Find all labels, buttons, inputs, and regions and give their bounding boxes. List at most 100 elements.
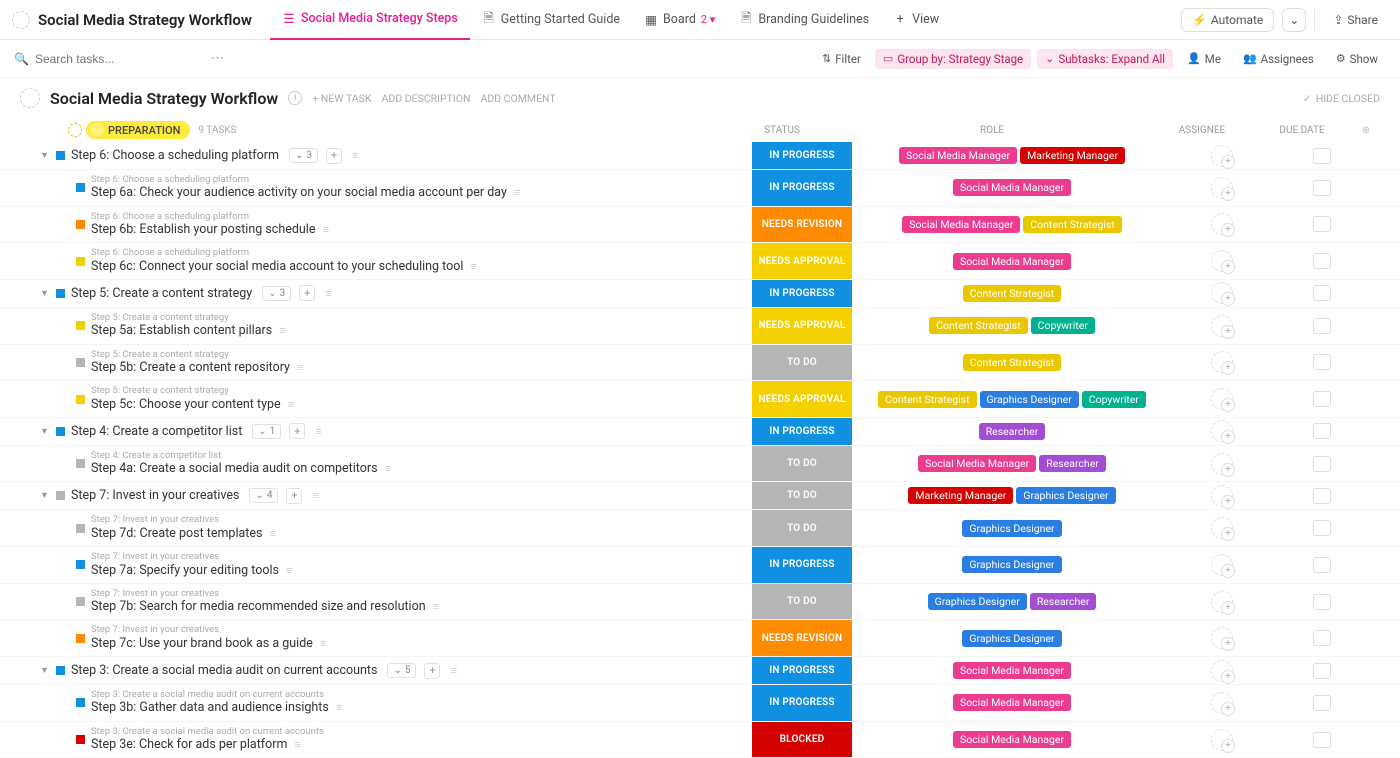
col-assignee[interactable]: ASSIGNEE [1152,125,1252,136]
assignee-cell[interactable] [1172,510,1272,546]
role-cell[interactable]: Researcher [852,418,1172,445]
status-square-icon[interactable] [56,491,65,500]
add-comment-button[interactable]: ADD COMMENT [480,92,555,105]
filter-button[interactable]: ⇅Filter [814,49,869,69]
status-cell[interactable]: IN PROGRESS [752,142,852,169]
chevron-down-icon[interactable]: ▼ [40,665,50,676]
status-cell[interactable]: IN PROGRESS [752,418,852,445]
status-cell[interactable]: TO DO [752,510,852,546]
due-date-cell[interactable] [1272,584,1372,620]
role-cell[interactable]: Social Media Manager [852,170,1172,206]
task-row[interactable]: ▼ Step 7: Invest in your creatives ⌄4 + … [0,482,1400,510]
new-task-button[interactable]: + NEW TASK [312,92,371,105]
assignee-cell[interactable] [1172,620,1272,656]
due-date-cell[interactable] [1272,685,1372,721]
assignee-cell[interactable] [1172,657,1272,684]
task-row[interactable]: Step 3: Create a social media audit on c… [0,685,1400,722]
info-icon[interactable]: i [288,91,302,105]
task-row[interactable]: ▼ Step 5: Create a content strategy ⌄3 +… [0,280,1400,308]
status-square-icon[interactable] [56,666,65,675]
role-cell[interactable]: Social Media ManagerContent Strategist [852,207,1172,243]
role-cell[interactable]: Graphics DesignerResearcher [852,584,1172,620]
due-date-cell[interactable] [1272,446,1372,482]
chevron-down-icon[interactable]: ▼ [40,490,50,501]
role-cell[interactable]: Content StrategistCopywriter [852,308,1172,344]
assignee-cell[interactable] [1172,722,1272,758]
status-cell[interactable]: TO DO [752,482,852,509]
group-pill[interactable]: Preparation [86,121,190,139]
status-cell[interactable]: IN PROGRESS [752,685,852,721]
assignee-cell[interactable] [1172,345,1272,381]
role-cell[interactable]: Content StrategistGraphics DesignerCopyw… [852,381,1172,417]
task-row[interactable]: Step 3: Create a social media audit on c… [0,722,1400,758]
assignee-cell[interactable] [1172,308,1272,344]
status-square-icon[interactable] [76,321,85,330]
col-due-date[interactable]: DUE DATE [1252,125,1352,136]
me-button[interactable]: 👤Me [1179,49,1229,69]
role-cell[interactable]: Social Media Manager [852,657,1172,684]
chevron-down-icon[interactable]: ▼ [40,288,50,299]
task-row[interactable]: Step 6: Choose a scheduling platform Ste… [0,243,1400,280]
assignee-cell[interactable] [1172,446,1272,482]
status-square-icon[interactable] [76,358,85,367]
add-subtask-button[interactable]: + [299,285,315,301]
tab-getting-started-guide[interactable]: 🗎Getting Started Guide [470,0,632,40]
status-square-icon[interactable] [76,395,85,404]
due-date-cell[interactable] [1272,243,1372,279]
status-square-icon[interactable] [76,634,85,643]
due-date-cell[interactable] [1272,510,1372,546]
role-cell[interactable]: Social Media ManagerResearcher [852,446,1172,482]
role-cell[interactable]: Social Media Manager [852,243,1172,279]
subtask-count-badge[interactable]: ⌄5 [387,663,416,678]
status-cell[interactable]: TO DO [752,345,852,381]
status-square-icon[interactable] [76,257,85,266]
status-cell[interactable]: NEEDS APPROVAL [752,381,852,417]
task-row[interactable]: ▼ Step 3: Create a social media audit on… [0,657,1400,685]
tab-branding-guidelines[interactable]: 🗎Branding Guidelines [727,0,881,40]
role-cell[interactable]: Social Media Manager [852,722,1172,758]
tab-board[interactable]: ▦Board2 ▾ [632,0,727,40]
due-date-cell[interactable] [1272,482,1372,509]
status-square-icon[interactable] [76,597,85,606]
status-cell[interactable]: BLOCKED [752,722,852,758]
role-cell[interactable]: Graphics Designer [852,547,1172,583]
add-column-button[interactable]: ⊕ [1352,125,1380,136]
assignee-cell[interactable] [1172,280,1272,307]
status-cell[interactable]: NEEDS APPROVAL [752,308,852,344]
status-square-icon[interactable] [76,459,85,468]
status-square-icon[interactable] [56,289,65,298]
hide-closed-toggle[interactable]: ✓HIDE CLOSED [1303,92,1380,105]
task-row[interactable]: Step 7: Invest in your creatives Step 7d… [0,510,1400,547]
task-row[interactable]: Step 7: Invest in your creatives Step 7a… [0,547,1400,584]
automate-dropdown[interactable]: ⌄ [1282,8,1306,32]
add-subtask-button[interactable]: + [286,488,302,504]
task-row[interactable]: Step 4: Create a competitor list Step 4a… [0,446,1400,483]
due-date-cell[interactable] [1272,345,1372,381]
tab-social-media-strategy-steps[interactable]: ☰Social Media Strategy Steps [270,0,470,40]
assignees-button[interactable]: 👥Assignees [1235,49,1322,69]
status-cell[interactable]: IN PROGRESS [752,170,852,206]
group-by-pill[interactable]: ▭Group by: Strategy Stage [875,49,1031,69]
task-row[interactable]: Step 6: Choose a scheduling platform Ste… [0,170,1400,207]
due-date-cell[interactable] [1272,308,1372,344]
show-button[interactable]: ⚙Show [1328,49,1386,69]
assignee-cell[interactable] [1172,547,1272,583]
search-box[interactable]: 🔍 [14,52,195,66]
role-cell[interactable]: Graphics Designer [852,620,1172,656]
due-date-cell[interactable] [1272,657,1372,684]
assignee-cell[interactable] [1172,243,1272,279]
task-row[interactable]: ▼ Step 4: Create a competitor list ⌄1 + … [0,418,1400,446]
task-row[interactable]: Step 6: Choose a scheduling platform Ste… [0,207,1400,244]
status-square-icon[interactable] [76,220,85,229]
due-date-cell[interactable] [1272,280,1372,307]
due-date-cell[interactable] [1272,142,1372,169]
status-cell[interactable]: IN PROGRESS [752,657,852,684]
due-date-cell[interactable] [1272,170,1372,206]
status-cell[interactable]: NEEDS REVISION [752,207,852,243]
share-button[interactable]: ⇪ Share [1323,9,1388,31]
status-square-icon[interactable] [56,151,65,160]
role-cell[interactable]: Social Media Manager [852,685,1172,721]
assignee-cell[interactable] [1172,170,1272,206]
status-square-icon[interactable] [76,560,85,569]
assignee-cell[interactable] [1172,584,1272,620]
